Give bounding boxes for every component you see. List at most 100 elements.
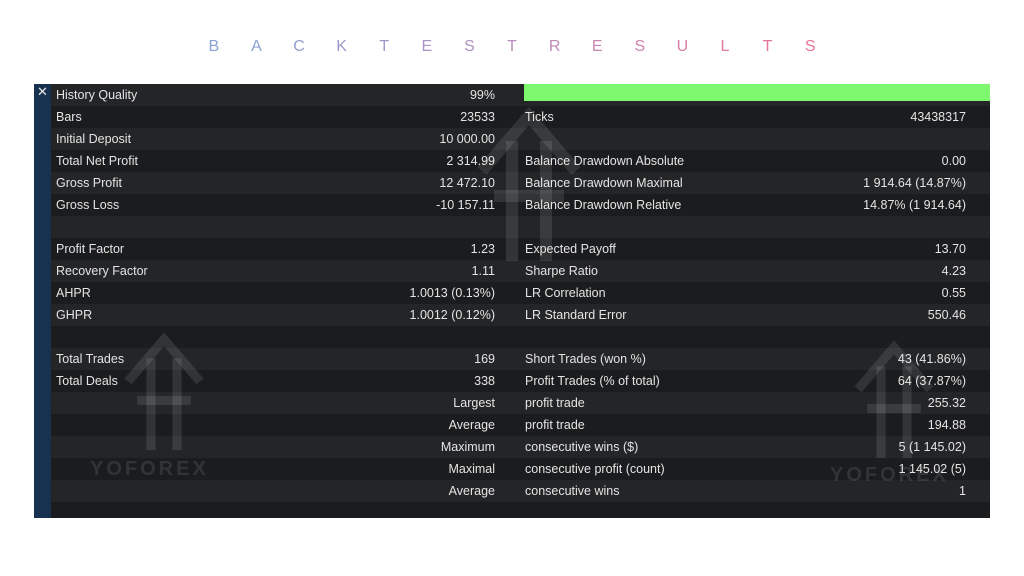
close-icon[interactable]: ✕ [34, 84, 51, 102]
right-metric-label: LR Standard Error [525, 308, 627, 322]
left-metric-label: Gross Profit [56, 176, 122, 190]
right-metric-label: Expected Payoff [525, 242, 616, 256]
right-metric-value: 43 (41.86%) [897, 352, 966, 366]
left-metric-value: 1.11 [471, 264, 495, 278]
left-metric-label: Profit Factor [56, 242, 125, 256]
table-row: Maximum consecutive wins ($) 5 (1 145.02) [51, 436, 990, 458]
right-metric-label: LR Correlation [525, 286, 606, 300]
right-metric-value: 4.23 [941, 264, 966, 278]
left-metric-label: Bars [56, 110, 82, 124]
right-metric-value: 43438317 [910, 110, 966, 124]
heading-letter: S [464, 38, 475, 55]
heading-letter: K [336, 38, 347, 55]
left-metric-label: Total Trades [56, 352, 125, 366]
heading-letter: T [379, 38, 390, 55]
left-metric-label: Maximal [448, 462, 495, 476]
left-metric-value: 99% [469, 88, 495, 102]
right-metric-label: Profit Trades (% of total) [525, 374, 660, 388]
right-metric-value: 255.32 [927, 396, 966, 410]
left-metric-value: 1.0012 (0.12%) [409, 308, 495, 322]
right-metric-value: 1 914.64 (14.87%) [863, 176, 966, 190]
table-row: History Quality 99% [51, 84, 990, 106]
page-heading: BACKTESTRESULTS [0, 38, 1024, 58]
left-metric-value: 169 [474, 352, 495, 366]
heading-letter: B [208, 38, 220, 55]
right-metric-value: 64 (37.87%) [897, 374, 966, 388]
left-metric-label: GHPR [56, 308, 93, 322]
right-metric-label: consecutive profit (count) [525, 462, 665, 476]
left-metric-label: Average [448, 418, 495, 432]
left-metric-label: Recovery Factor [56, 264, 148, 278]
table-row: Total Trades 169 Short Trades (won %) 43 (4… [51, 348, 990, 370]
right-metric-value: 13.70 [934, 242, 966, 256]
heading-letter: S [634, 38, 646, 55]
table-row: GHPR 1.0012 (0.12%) LR Standard Error 550.4… [51, 304, 990, 326]
left-metric-value: -10 157.11 [436, 198, 495, 212]
table-row: Recovery Factor 1.11 Sharpe Ratio 4.23 [51, 260, 990, 282]
backtest-report-panel: ✕ History Quality 99% Bars 23533 Ticks 434383… [34, 84, 990, 518]
right-metric-label: profit trade [525, 396, 585, 410]
table-row: Average consecutive wins 1 [51, 480, 990, 502]
left-metric-label: Maximum [440, 440, 495, 454]
right-metric-value: 0.00 [941, 154, 966, 168]
table-row: Total Deals 338 Profit Trades (% of total)… [51, 370, 990, 392]
heading-letter: C [293, 38, 305, 55]
side-panel-strip [34, 84, 51, 518]
left-metric-value: 1.23 [470, 242, 495, 256]
right-metric-label: consecutive wins [525, 484, 620, 498]
right-metric-label: Sharpe Ratio [525, 264, 598, 278]
heading-letter: U [676, 38, 689, 55]
right-metric-value: 0.55 [941, 286, 966, 300]
heading-letter: R [548, 38, 561, 55]
left-metric-label: Total Net Profit [56, 154, 138, 168]
table-row: Gross Loss -10 157.11 Balance Drawdown Rel… [51, 194, 990, 216]
left-metric-label: Initial Deposit [56, 132, 132, 146]
table-row: Largest profit trade 255.32 [51, 392, 990, 414]
right-metric-label: Ticks [525, 110, 554, 124]
left-metric-label: History Quality [56, 88, 138, 102]
table-row: Total Net Profit 2 314.99 Balance Drawdown… [51, 150, 990, 172]
right-metric-label: Short Trades (won %) [525, 352, 646, 366]
left-metric-label: AHPR [56, 286, 91, 300]
heading-letter: L [720, 38, 730, 55]
right-metric-label: Balance Drawdown Relative [525, 198, 682, 212]
results-table: History Quality 99% Bars 23533 Ticks 43438317… [51, 84, 990, 518]
left-metric-value: 12 472.10 [439, 176, 495, 190]
table-row [51, 216, 990, 238]
heading-letter: E [591, 38, 603, 55]
table-row [51, 326, 990, 348]
left-metric-value: 23533 [460, 110, 495, 124]
table-row: Average profit trade 194.88 [51, 414, 990, 436]
right-metric-value: 550.46 [927, 308, 966, 322]
table-row: Maximal consecutive profit (count) 1 145.0… [51, 458, 990, 480]
table-row: Initial Deposit 10 000.00 [51, 128, 990, 150]
right-metric-value: 1 [959, 484, 966, 498]
left-metric-label: Average [448, 484, 495, 498]
right-metric-value: 1 145.02 (5) [898, 462, 966, 476]
left-metric-value: 2 314.99 [446, 154, 495, 168]
right-metric-label: consecutive wins ($) [525, 440, 639, 454]
left-metric-label: Total Deals [56, 374, 118, 388]
table-row: Gross Profit 12 472.10 Balance Drawdown Ma… [51, 172, 990, 194]
heading-letter: T [762, 38, 773, 55]
table-row: Bars 23533 Ticks 43438317 [51, 106, 990, 128]
heading-letter: E [421, 38, 433, 55]
right-metric-value: 5 (1 145.02) [898, 440, 966, 454]
right-metric-value: 14.87% (1 914.64) [863, 198, 966, 212]
left-metric-label: Largest [453, 396, 495, 410]
right-metric-label: Balance Drawdown Maximal [525, 176, 683, 190]
right-metric-value: 194.88 [927, 418, 966, 432]
left-metric-value: 338 [474, 374, 495, 388]
table-row [51, 502, 990, 518]
right-metric-label: profit trade [525, 418, 585, 432]
heading-letter: S [804, 38, 816, 55]
right-metric-label: Balance Drawdown Absolute [525, 154, 685, 168]
left-metric-value: 10 000.00 [439, 132, 495, 146]
left-metric-value: 1.0013 (0.13%) [409, 286, 495, 300]
history-quality-bar [524, 84, 990, 101]
heading-letter: A [251, 38, 262, 55]
left-metric-label: Gross Loss [56, 198, 120, 212]
heading-letter: T [507, 38, 517, 55]
table-row: Profit Factor 1.23 Expected Payoff 13.70 [51, 238, 990, 260]
table-row: AHPR 1.0013 (0.13%) LR Correlation 0.55 [51, 282, 990, 304]
